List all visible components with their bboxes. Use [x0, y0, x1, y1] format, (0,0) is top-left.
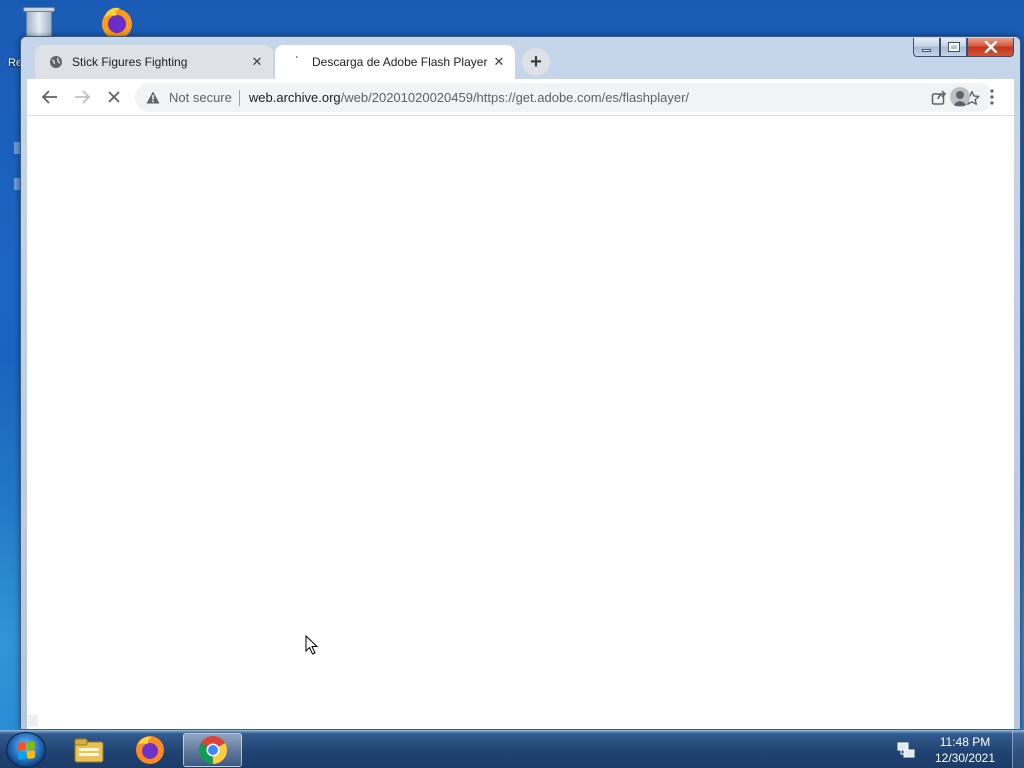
back-arrow-icon — [42, 90, 57, 104]
profile-and-menu — [947, 83, 1005, 111]
clock-date: 12/30/2021 — [934, 751, 996, 765]
tab-close-icon[interactable]: ✕ — [491, 54, 507, 70]
kebab-menu-icon[interactable] — [982, 89, 1002, 105]
chrome-icon[interactable] — [183, 733, 242, 767]
maximize-button[interactable] — [940, 38, 967, 57]
clock-time: 11:48 PM — [939, 735, 991, 749]
forward-arrow-icon — [75, 90, 90, 104]
stop-x-icon — [108, 91, 120, 103]
firefox-desktop-icon[interactable] — [94, 4, 140, 40]
loading-spinner-icon — [288, 54, 304, 70]
taskbar-clock[interactable]: 11:48 PM 12/30/2021 — [930, 734, 1000, 766]
tab-close-icon[interactable]: ✕ — [249, 54, 265, 70]
page-content-area[interactable] — [27, 116, 1014, 729]
omnibox-divider — [238, 89, 240, 106]
window-controls — [913, 38, 1014, 58]
tab-title: Descarga de Adobe Flash Player — [312, 55, 488, 69]
back-button[interactable] — [36, 83, 64, 111]
windows-explorer-icon[interactable] — [61, 733, 117, 767]
mouse-cursor-icon — [305, 634, 319, 660]
stop-loading-button[interactable] — [100, 83, 128, 111]
tab-adobe-flash[interactable]: Descarga de Adobe Flash Player ✕ — [275, 45, 515, 79]
address-bar[interactable]: Not secure web.archive.org /web/20201020… — [135, 83, 993, 112]
url-host[interactable]: web.archive.org — [249, 90, 341, 105]
minimize-button[interactable] — [913, 38, 940, 57]
close-window-button[interactable] — [967, 38, 1014, 57]
tab-title: Stick Figures Fighting — [72, 55, 188, 69]
start-button[interactable] — [6, 732, 46, 768]
browser-toolbar: Not secure web.archive.org /web/20201020… — [27, 79, 1014, 116]
tab-stick-figures[interactable]: Stick Figures Fighting ✕ — [35, 45, 273, 79]
globe-icon — [48, 54, 64, 70]
system-tray: 11:48 PM 12/30/2021 — [896, 731, 1024, 768]
tab-strip: Stick Figures Fighting ✕ Descarga de Ado… — [29, 45, 909, 79]
firefox-icon[interactable] — [122, 733, 178, 767]
forward-button[interactable] — [68, 83, 96, 111]
scrollbar-corner — [28, 715, 38, 727]
network-icon[interactable] — [896, 740, 916, 760]
url-path[interactable]: /web/20201020020459/https://get.adobe.co… — [341, 90, 689, 105]
security-status-text[interactable]: Not secure — [169, 90, 232, 105]
show-desktop-button[interactable] — [1012, 731, 1024, 768]
new-tab-button[interactable]: + — [522, 48, 550, 76]
taskbar: 11:48 PM 12/30/2021 — [0, 730, 1024, 768]
windows-logo-icon — [17, 740, 35, 760]
recycle-bin-icon[interactable] — [20, 6, 58, 40]
chrome-window: Stick Figures Fighting ✕ Descarga de Ado… — [20, 36, 1021, 730]
profile-avatar-icon[interactable] — [950, 87, 970, 107]
warning-icon[interactable] — [145, 90, 161, 106]
